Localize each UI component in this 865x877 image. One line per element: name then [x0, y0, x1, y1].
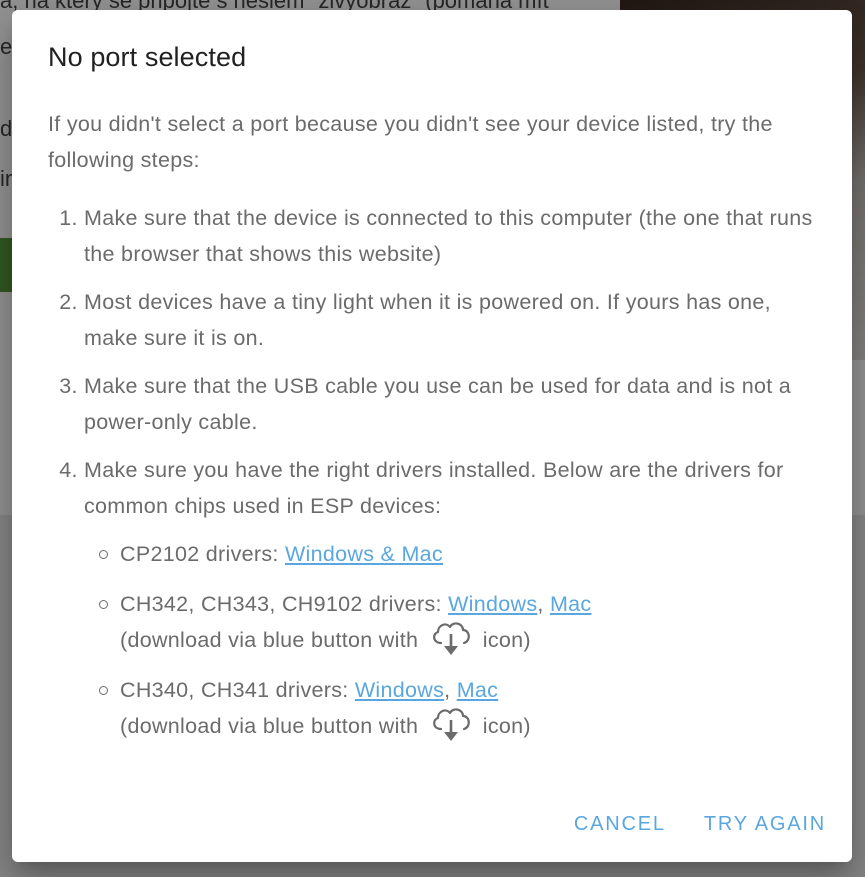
step-text: Make sure you have the right drivers ins…	[84, 458, 784, 518]
dialog-title: No port selected	[48, 42, 247, 72]
link-separator: ,	[444, 678, 457, 702]
step-item: Most devices have a tiny light when it i…	[84, 284, 828, 356]
driver-label: CH340, CH341 drivers:	[120, 678, 355, 702]
ch340-mac-link[interactable]: Mac	[457, 678, 499, 702]
step-text: Most devices have a tiny light when it i…	[84, 290, 771, 350]
step-text: Make sure that the device is connected t…	[84, 206, 813, 266]
bullet-icon	[99, 550, 108, 559]
driver-note: icon)	[476, 714, 531, 738]
dialog-content: If you didn't select a port because you …	[48, 106, 828, 758]
drivers-list: CP2102 drivers: Windows & Mac CH342, CH3…	[84, 536, 828, 744]
ch340-windows-link[interactable]: Windows	[355, 678, 444, 702]
no-port-dialog: No port selected If you didn't select a …	[12, 10, 852, 862]
try-again-button[interactable]: TRY AGAIN	[704, 813, 826, 836]
cp2102-windows-mac-link[interactable]: Windows & Mac	[285, 542, 443, 566]
steps-list: Make sure that the device is connected t…	[48, 200, 828, 744]
dialog-actions: CANCEL TRY AGAIN	[574, 813, 826, 836]
driver-note: icon)	[476, 628, 531, 652]
step-item: Make sure that the device is connected t…	[84, 200, 828, 272]
cloud-download-icon	[429, 703, 473, 743]
bullet-icon	[99, 600, 108, 609]
ch342-windows-link[interactable]: Windows	[448, 592, 537, 616]
driver-label: CP2102 drivers:	[120, 542, 285, 566]
cancel-button[interactable]: CANCEL	[574, 813, 666, 836]
driver-item-cp2102: CP2102 drivers: Windows & Mac	[84, 536, 828, 572]
driver-note: (download via blue button with	[120, 628, 425, 652]
step-text: Make sure that the USB cable you use can…	[84, 374, 792, 434]
driver-note: (download via blue button with	[120, 714, 425, 738]
dialog-intro: If you didn't select a port because you …	[48, 112, 773, 172]
step-item: Make sure that the USB cable you use can…	[84, 368, 828, 440]
ch342-mac-link[interactable]: Mac	[550, 592, 592, 616]
step-item: Make sure you have the right drivers ins…	[84, 452, 828, 744]
link-separator: ,	[537, 592, 550, 616]
driver-label: CH342, CH343, CH9102 drivers:	[120, 592, 449, 616]
driver-item-ch342: CH342, CH343, CH9102 drivers: Windows, M…	[84, 586, 828, 658]
bullet-icon	[99, 686, 108, 695]
cloud-download-icon	[429, 617, 473, 657]
driver-item-ch340: CH340, CH341 drivers: Windows, Mac (down…	[84, 672, 828, 744]
